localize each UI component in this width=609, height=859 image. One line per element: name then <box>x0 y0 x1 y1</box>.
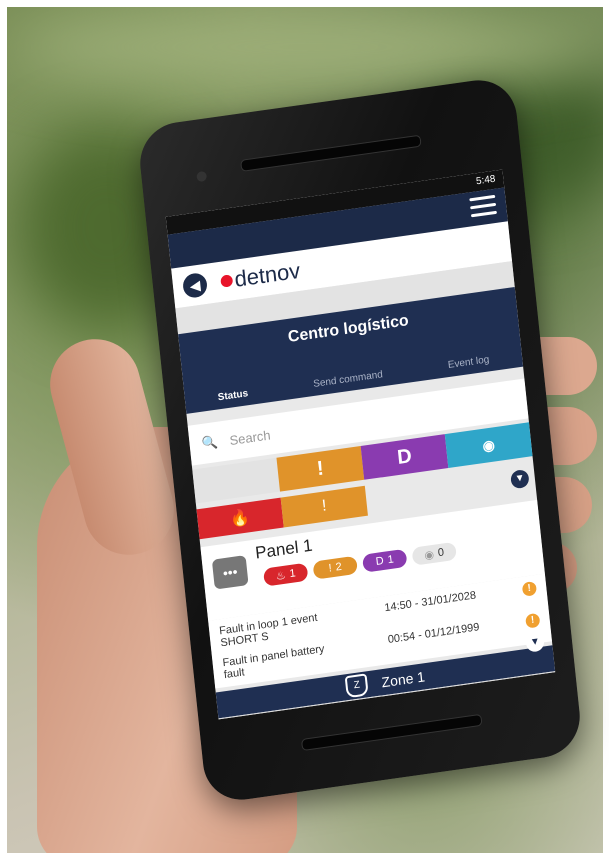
detnov-logo: detnov <box>219 258 301 295</box>
filter-warning-button[interactable]: ! <box>276 445 365 492</box>
status-time: 5:48 <box>475 173 496 188</box>
fire-count-badge: ♨ 1 <box>262 562 309 587</box>
phone-screen: 5:48 ◀ detnov Centro logístico Status Se… <box>165 169 556 720</box>
chevron-down-icon[interactable]: ▼ <box>510 468 530 490</box>
smartphone: 5:48 ◀ detnov Centro logístico Status Se… <box>136 75 584 805</box>
detector-icon: ◉ <box>481 435 496 454</box>
zone-shield-icon: Z <box>344 673 369 699</box>
filter-disabled-button[interactable]: D <box>360 434 449 480</box>
bottom-speaker <box>300 713 483 752</box>
front-camera <box>196 170 208 183</box>
disabled-count-badge: D 1 <box>362 548 408 573</box>
top-speaker <box>240 134 422 172</box>
warning-icon: ! <box>525 612 541 629</box>
fire-icon: ♨ <box>275 569 287 583</box>
brand-name: detnov <box>233 257 302 292</box>
logo-dot <box>220 274 234 288</box>
tab-event-log[interactable]: Event log <box>447 354 489 371</box>
filter-alert-button[interactable]: ! <box>280 485 368 528</box>
detector-icon: ◉ <box>423 548 435 562</box>
back-arrow-icon[interactable]: ◀ <box>181 271 209 300</box>
evacuate-button[interactable]: ✖ <box>369 709 428 720</box>
status-led <box>258 717 282 720</box>
zone-label: Zone 1 <box>380 668 426 691</box>
panel-device-icon: ••• <box>211 555 249 590</box>
tab-status[interactable]: Status <box>217 388 248 403</box>
hamburger-menu-icon[interactable] <box>469 194 498 219</box>
status-led <box>442 691 465 703</box>
fire-icon: 🔥 <box>229 509 251 529</box>
detector-count-badge: ◉ 0 <box>411 541 457 566</box>
filter-detector-button[interactable]: ◉ <box>444 422 533 468</box>
search-input[interactable]: Search <box>229 427 271 448</box>
reset-button[interactable]: ↩ <box>493 686 552 720</box>
warning-icon: ! <box>328 562 333 575</box>
reset-arrow-icon: ↩ <box>517 696 528 710</box>
warning-count-badge: ! 2 <box>312 555 358 580</box>
panel-name: Panel 1 <box>254 535 314 563</box>
search-icon: 🔍 <box>200 433 219 452</box>
filter-fire-button[interactable]: 🔥 <box>196 497 284 540</box>
tab-send-command[interactable]: Send command <box>313 369 384 390</box>
status-led <box>367 702 391 713</box>
warning-icon: ! <box>521 580 538 597</box>
